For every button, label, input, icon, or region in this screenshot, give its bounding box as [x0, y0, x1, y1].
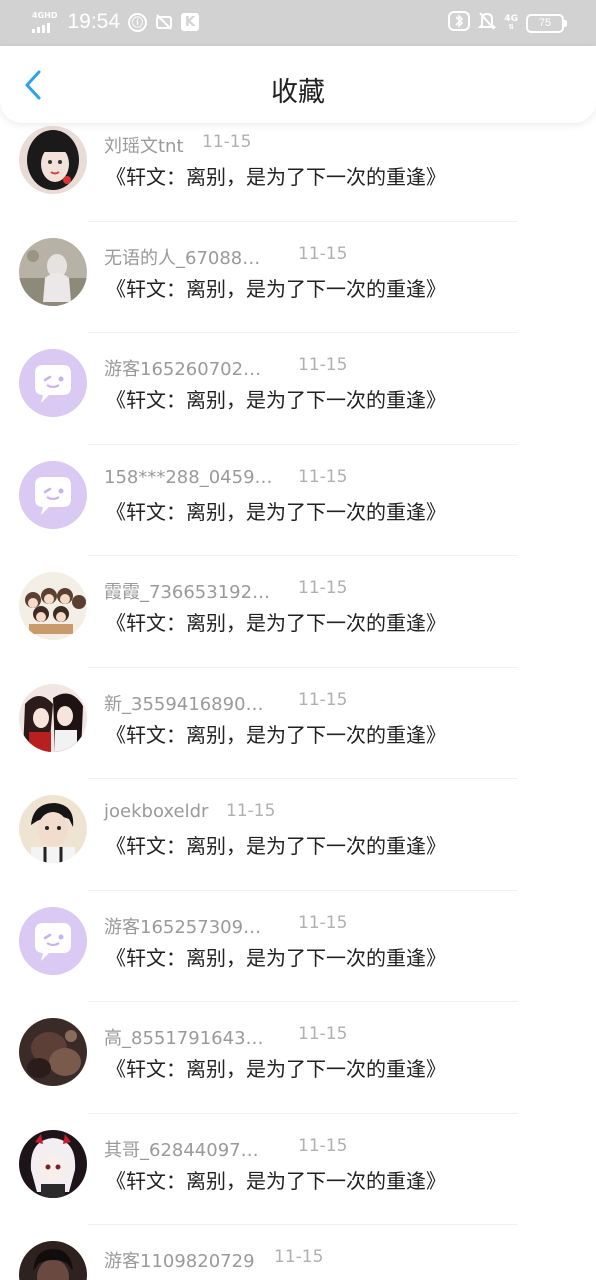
item-meta: 霞霞_736653192… 11-15 — [104, 578, 347, 604]
list-item[interactable]: 刘瑶文tnt 11-15 《轩文：离别，是为了下一次的重逢》 — [0, 110, 596, 222]
item-date: 11-15 — [298, 1135, 348, 1156]
avatar[interactable] — [19, 126, 87, 194]
app-header: 收藏 — [0, 46, 596, 123]
item-date: 11-15 — [274, 1247, 324, 1267]
item-title[interactable]: 《轩文：离别，是为了下一次的重逢》 — [106, 1165, 446, 1194]
item-date: 11-15 — [298, 578, 348, 598]
screen: 4GHD 19:54 ⓘ K 4G ⇅ 75 收藏 刘瑶文tnt 11-15 《… — [0, 0, 596, 1280]
battery-icon: 75 — [526, 13, 567, 33]
camera-off-icon — [155, 13, 173, 31]
avatar[interactable] — [19, 683, 87, 752]
user-name: 游客165257309… — [104, 916, 262, 938]
item-date: 11-15 — [298, 689, 348, 710]
bell-off-icon — [477, 11, 497, 35]
list-item[interactable]: 158***288_0459… 11-15 《轩文：离别，是为了下一次的重逢》 — [0, 445, 596, 556]
user-name: 刘瑶文tnt — [104, 136, 184, 157]
list-item[interactable]: 霞霞_736653192… 11-15 《轩文：离别，是为了下一次的重逢》 — [0, 556, 596, 668]
user-name: 其哥_62844097… — [104, 1139, 259, 1161]
network-type: 4GHD — [32, 10, 58, 20]
item-meta: 其哥_62844097… 11-15 — [104, 1136, 347, 1162]
network-signal-icon: 4GHD — [32, 10, 58, 33]
item-meta: 新_3559416890… 11-15 — [104, 690, 347, 716]
list-item[interactable]: 高_8551791643… 11-15 《轩文：离别，是为了下一次的重逢》 — [0, 1002, 596, 1114]
list-item[interactable]: 游客165257309… 11-15 《轩文：离别，是为了下一次的重逢》 — [0, 891, 596, 1002]
page-title: 收藏 — [271, 77, 325, 108]
item-meta: 游客1109820729 11-15 — [104, 1247, 323, 1273]
status-right: 4G ⇅ 75 — [448, 11, 567, 35]
bluetooth-icon — [448, 11, 471, 35]
item-title[interactable]: 《轩文：离别，是为了下一次的重逢》 — [106, 273, 446, 302]
list-item[interactable]: joekboxeldr 11-15 《轩文：离别，是为了下一次的重逢》 — [0, 779, 596, 891]
list-item[interactable]: 游客165260702… 11-15 《轩文：离别，是为了下一次的重逢》 — [0, 333, 596, 445]
avatar[interactable] — [19, 349, 87, 417]
item-date: 11-15 — [298, 243, 348, 264]
item-meta: 游客165260702… 11-15 — [104, 355, 347, 381]
user-name: joekboxeldr — [104, 801, 209, 822]
item-meta: 刘瑶文tnt 11-15 — [104, 132, 251, 158]
item-title[interactable]: 《轩文：离别，是为了下一次的重逢》 — [106, 496, 446, 525]
item-title[interactable]: 《轩文：离别，是为了下一次的重逢》 — [106, 1053, 446, 1082]
item-meta: 游客165257309… 11-15 — [104, 913, 347, 939]
avatar[interactable] — [19, 460, 87, 529]
user-name: 高_8551791643… — [104, 1028, 264, 1049]
4g-signal-icon: 4G ⇅ — [504, 14, 518, 31]
avatar[interactable] — [19, 795, 87, 863]
item-title[interactable]: 《轩文：离别，是为了下一次的重逢》 — [106, 161, 446, 190]
user-name: 游客1109820729 — [104, 1251, 255, 1272]
item-title[interactable]: 《轩文：离别，是为了下一次的重逢》 — [106, 830, 446, 859]
battery-level: 75 — [538, 17, 552, 29]
avatar[interactable] — [19, 1018, 87, 1086]
avatar[interactable] — [19, 1241, 87, 1280]
list-item[interactable]: 其哥_62844097… 11-15 《轩文：离别，是为了下一次的重逢》 — [0, 1114, 596, 1225]
user-name: 158***288_0459… — [104, 466, 273, 488]
item-meta: 高_8551791643… 11-15 — [104, 1024, 347, 1050]
list-item[interactable]: 游客1109820729 11-15 — [0, 1225, 596, 1280]
avatar[interactable] — [19, 237, 87, 306]
list-item[interactable]: 无语的人_67088… 11-15 《轩文：离别，是为了下一次的重逢》 — [0, 222, 596, 333]
status-left: 4GHD 19:54 ⓘ K — [32, 10, 200, 34]
item-date: 11-15 — [298, 1024, 348, 1044]
favorites-list: 刘瑶文tnt 11-15 《轩文：离别，是为了下一次的重逢》 无语的人_6708… — [0, 110, 596, 1280]
user-name: 游客165260702… — [104, 359, 262, 380]
item-title[interactable]: 《轩文：离别，是为了下一次的重逢》 — [106, 607, 446, 636]
item-date: 11-15 — [298, 355, 348, 375]
avatar[interactable] — [19, 1129, 87, 1198]
avatar[interactable] — [19, 906, 87, 975]
item-date: 11-15 — [298, 466, 348, 487]
user-name: 霞霞_736653192… — [104, 582, 271, 603]
item-meta: 无语的人_67088… 11-15 — [104, 244, 347, 270]
item-title[interactable]: 《轩文：离别，是为了下一次的重逢》 — [106, 384, 446, 413]
avatar[interactable] — [19, 572, 87, 640]
item-title[interactable]: 《轩文：离别，是为了下一次的重逢》 — [106, 719, 446, 748]
item-meta: 158***288_0459… 11-15 — [104, 467, 347, 488]
item-date: 11-15 — [298, 912, 348, 933]
status-bar: 4GHD 19:54 ⓘ K 4G ⇅ 75 — [0, 0, 596, 46]
clock: 19:54 — [67, 10, 121, 33]
notification-circle-icon: ⓘ — [128, 12, 148, 32]
item-meta: joekboxeldr 11-15 — [104, 801, 275, 822]
user-name: 新_3559416890… — [104, 693, 264, 715]
item-date: 11-15 — [202, 132, 252, 152]
k-app-icon: K — [181, 13, 200, 31]
list-item[interactable]: 新_3559416890… 11-15 《轩文：离别，是为了下一次的重逢》 — [0, 668, 596, 779]
user-name: 无语的人_67088… — [104, 247, 261, 269]
item-title[interactable]: 《轩文：离别，是为了下一次的重逢》 — [106, 942, 446, 971]
item-date: 11-15 — [226, 801, 276, 821]
